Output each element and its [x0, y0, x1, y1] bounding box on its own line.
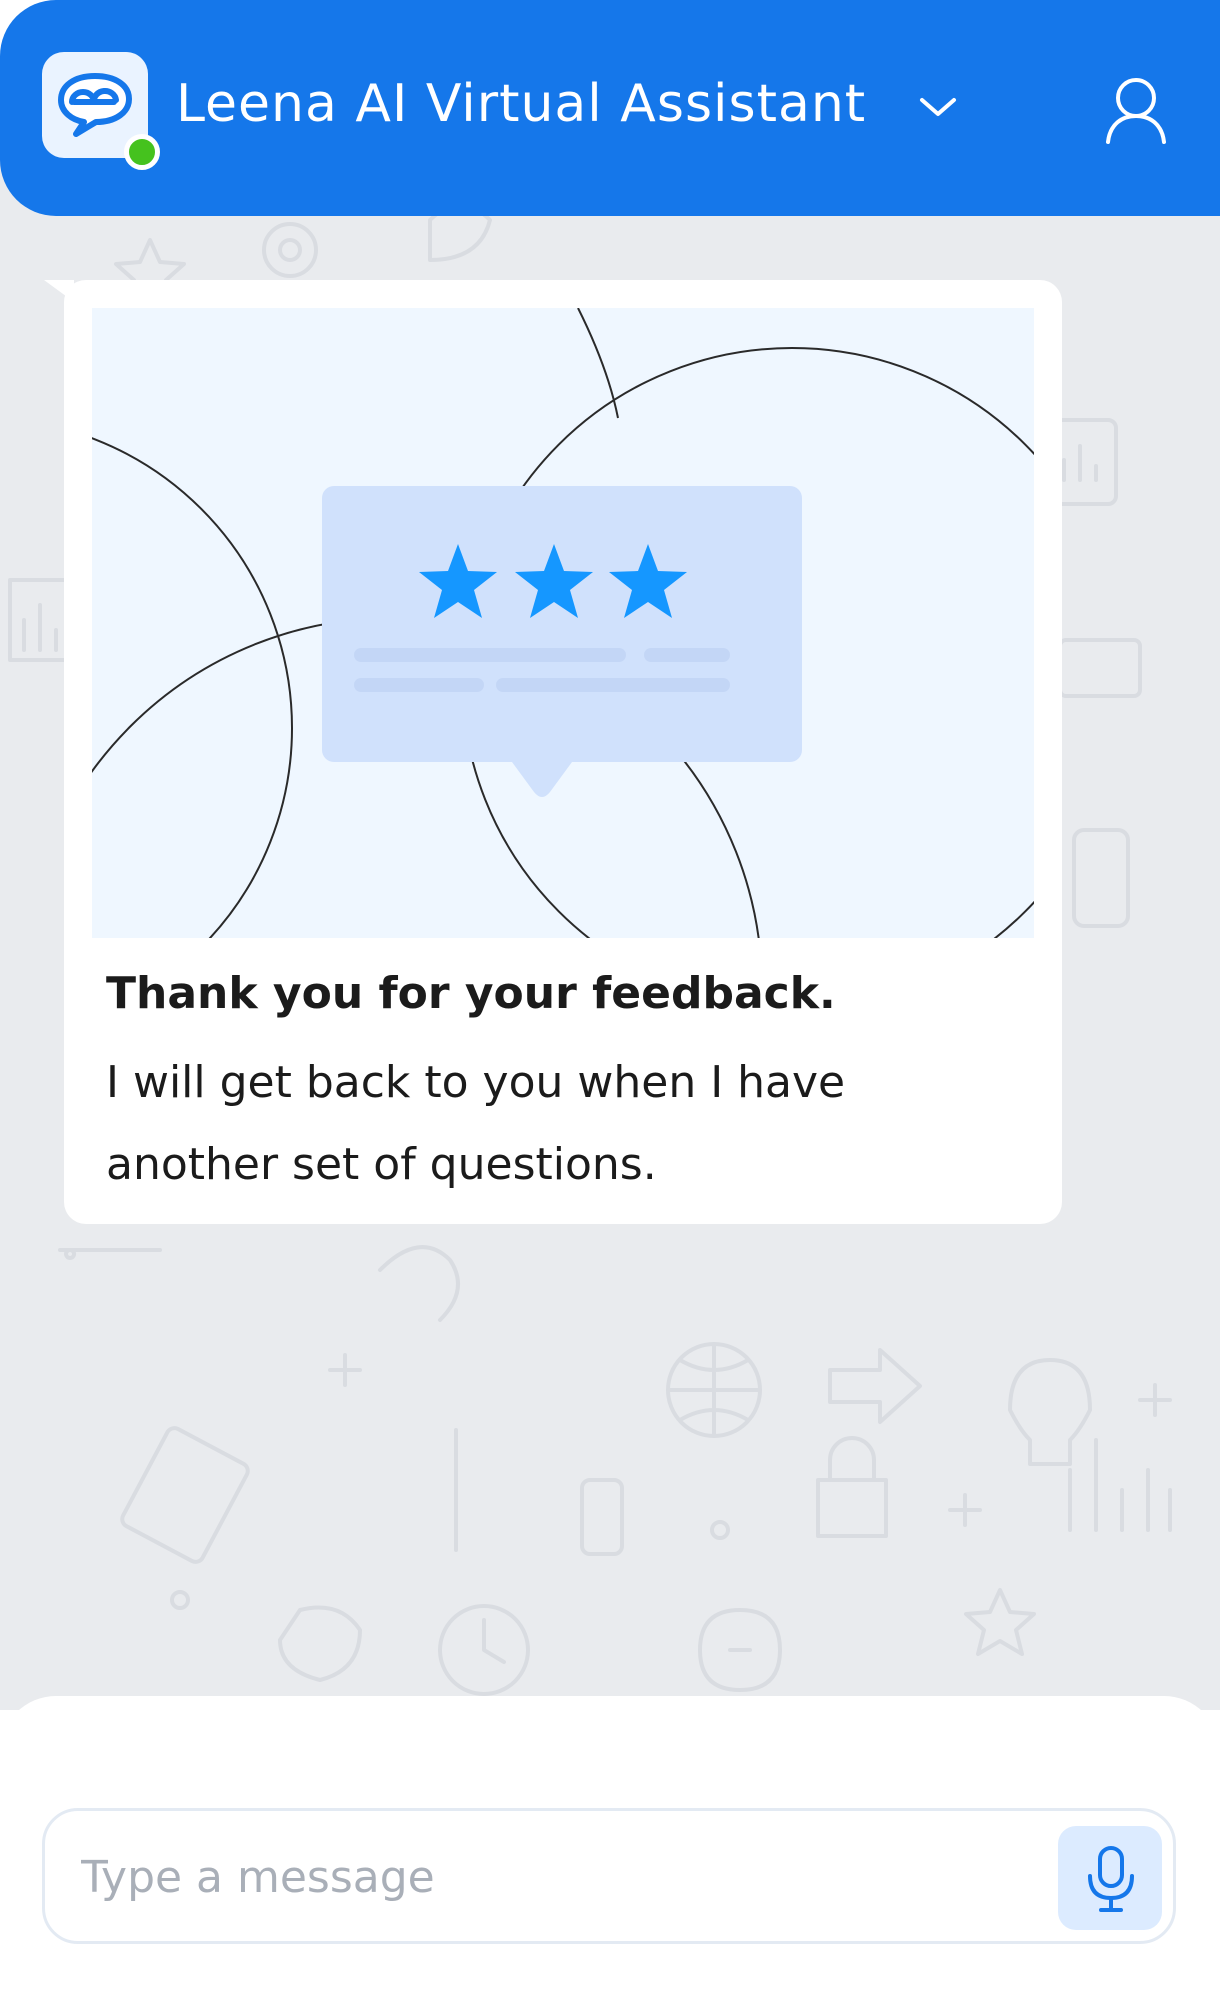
user-icon[interactable] — [1104, 76, 1168, 144]
header-title[interactable]: Leena AI Virtual Assistant — [176, 74, 866, 134]
chevron-down-icon[interactable] — [916, 92, 960, 122]
chat-header: Leena AI Virtual Assistant — [0, 0, 1220, 216]
message-heading: Thank you for your feedback. — [106, 968, 836, 1019]
microphone-icon — [1088, 1846, 1134, 1912]
chat-window: Leena AI Virtual Assistant Thank you for… — [0, 0, 1220, 2011]
message-body: I will get back to you when I have anoth… — [106, 1057, 846, 1190]
mic-button[interactable] — [1058, 1826, 1162, 1930]
chat-bubble-logo-icon — [58, 73, 132, 137]
message-input-box[interactable] — [42, 1808, 1176, 1944]
bot-avatar — [42, 52, 160, 170]
message-input[interactable] — [79, 1839, 1043, 1915]
online-status-dot — [124, 134, 160, 170]
feedback-illustration — [92, 308, 1034, 938]
